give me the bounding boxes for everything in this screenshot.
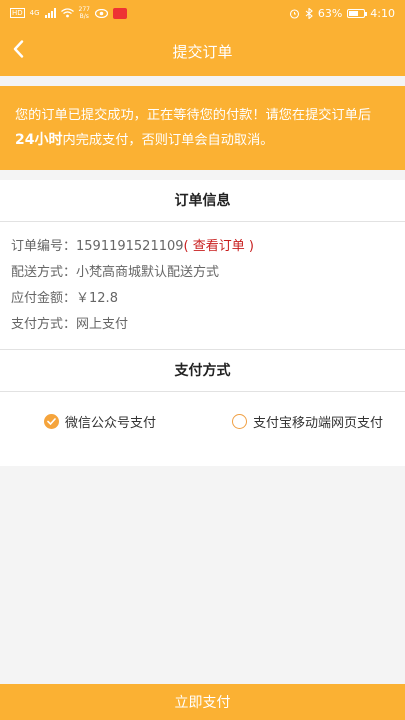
radio-unchecked-icon	[231, 414, 247, 429]
order-info-title: 订单信息	[0, 180, 405, 222]
status-bar: HD 4G 277 B/s 63% 4:10	[0, 0, 405, 26]
wechat-pay-label: 微信公众号支付	[65, 416, 157, 431]
pay-now-button[interactable]: 立即支付	[0, 684, 405, 720]
nav-bar: 提交订单	[0, 26, 405, 76]
pay-method-row: 支付方式：网上支付	[11, 317, 129, 332]
notice-line-2: 24小时内完成支付，否则订单会自动取消。	[15, 132, 274, 148]
wechat-pay-option[interactable]: 微信公众号支付	[44, 412, 156, 431]
radio-checked-icon	[44, 414, 59, 429]
delivery-method: 小梵高商城默认配送方式	[76, 265, 220, 280]
chevron-left-icon	[13, 40, 24, 58]
payment-options: 微信公众号支付 支付宝移动端网页支付	[0, 392, 405, 431]
view-order-link[interactable]: ( 查看订单 )	[184, 239, 254, 254]
amount-due: ￥12.8	[76, 291, 118, 306]
wifi-icon	[60, 8, 74, 18]
order-number: 1591191521109	[76, 239, 184, 254]
net-speed: 277 B/s	[78, 6, 90, 20]
back-button[interactable]	[4, 35, 32, 63]
order-info-list: 订单编号：1591191521109( 查看订单 ) 配送方式：小梵高商城默认配…	[0, 222, 405, 350]
app-notification-icon	[113, 7, 127, 19]
deadline-highlight: 24小时	[15, 132, 63, 148]
eye-icon	[95, 8, 108, 18]
battery-percent: 63%	[317, 6, 343, 20]
order-number-row: 订单编号：1591191521109( 查看订单 )	[11, 239, 254, 254]
order-panel: 订单信息 订单编号：1591191521109( 查看订单 ) 配送方式：小梵高…	[0, 180, 405, 466]
pay-method: 网上支付	[76, 317, 129, 332]
order-submitted-notice: 您的订单已提交成功，正在等待您的付款！请您在提交订单后 24小时内完成支付，否则…	[0, 86, 405, 170]
amount-row: 应付金额：￥12.8	[11, 291, 118, 306]
alarm-icon	[289, 8, 299, 19]
battery-icon	[347, 8, 368, 18]
page-title: 提交订单	[172, 42, 233, 61]
hd-badge: HD	[10, 8, 25, 18]
delivery-row: 配送方式：小梵高商城默认配送方式	[11, 265, 220, 280]
payment-method-title: 支付方式	[0, 350, 405, 392]
signal-icon	[44, 8, 56, 18]
bluetooth-icon	[305, 7, 313, 19]
clock: 4:10	[370, 6, 395, 20]
alipay-label: 支付宝移动端网页支付	[252, 416, 383, 431]
alipay-option[interactable]: 支付宝移动端网页支付	[231, 412, 383, 431]
network-type: 4G	[29, 9, 40, 17]
notice-line-1: 您的订单已提交成功，正在等待您的付款！请您在提交订单后	[15, 108, 372, 123]
